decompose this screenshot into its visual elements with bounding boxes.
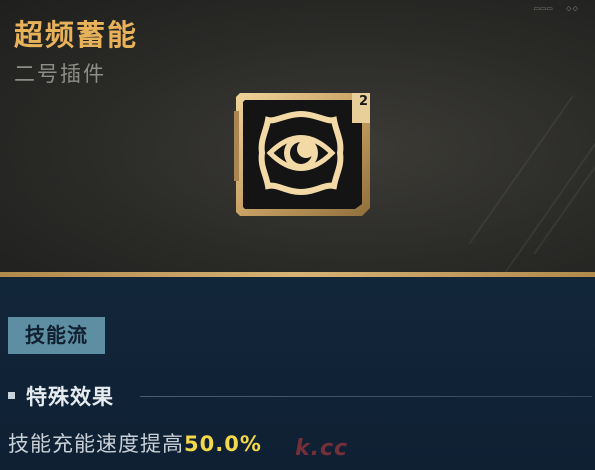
item-title: 超频蓄能 [14,18,139,52]
category-tag: 技能流 [8,317,105,354]
item-subtitle: 二号插件 [14,62,106,86]
section-divider [140,396,592,397]
background-streak [533,105,595,255]
effect-description: 技能充能速度提高 [8,432,184,456]
effect-value: 50.0% [184,432,262,456]
section-title: 特殊效果 [26,385,114,409]
slot-number-badge: 2 [358,94,368,109]
section-bullet [8,392,15,399]
watermark: k.cc [295,436,349,461]
corner-decoration: ▭▭▭ ◇◇ [534,4,579,14]
background-streak [503,125,595,272]
eye-icon [256,108,346,202]
plugin-card[interactable]: 2 [234,91,372,218]
effect-text: 技能充能速度提高50.0% [8,428,262,458]
